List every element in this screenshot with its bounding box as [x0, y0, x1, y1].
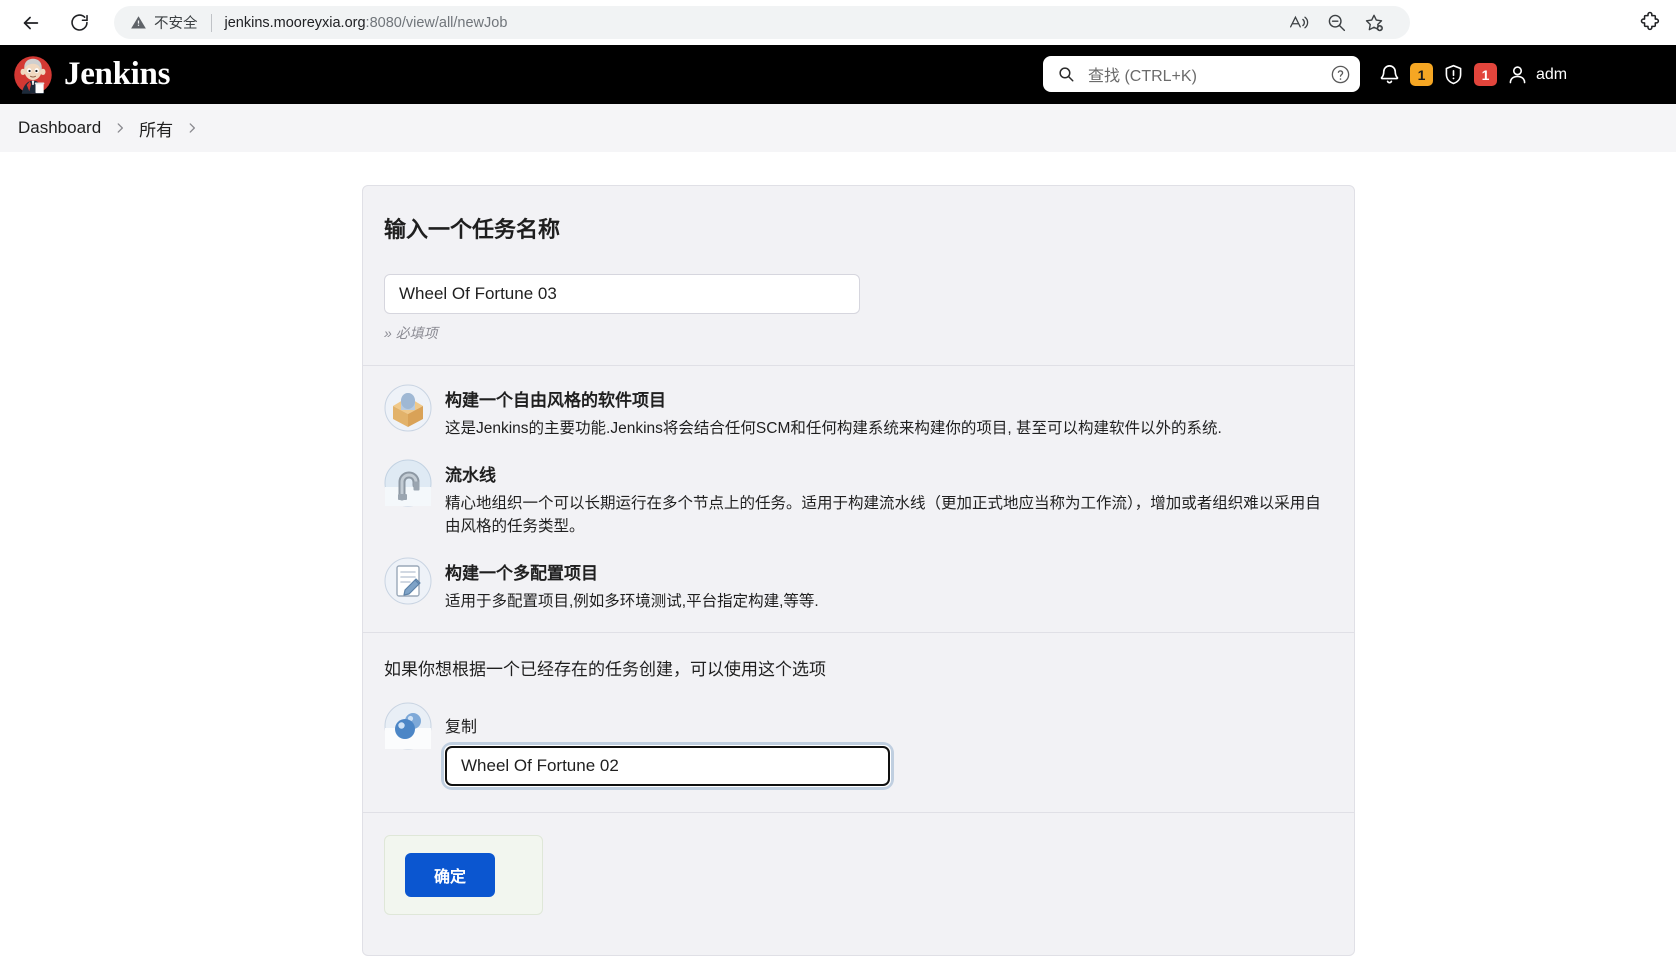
breadcrumb: Dashboard 所有	[0, 104, 1676, 152]
url-host: jenkins.mooreyxia.org	[224, 14, 366, 31]
address-bar[interactable]: 不安全 jenkins.mooreyxia.org:8080/view/all/…	[114, 6, 1410, 39]
warning-icon	[131, 16, 146, 29]
copy-from-input[interactable]	[444, 744, 891, 787]
zoom-out-button[interactable]	[1318, 6, 1354, 40]
read-aloud-icon	[1289, 15, 1308, 29]
add-favorite-button[interactable]	[1356, 6, 1392, 40]
submit-area: 确定	[384, 834, 543, 915]
copy-from-input-wrap	[444, 744, 891, 787]
copy-from-section: 如果你想根据一个已经存在的任务创建，可以使用这个选项 复制	[363, 631, 1354, 812]
ok-button[interactable]: 确定	[405, 852, 496, 897]
job-type-desc: 适用于多配置项目,例如多环境测试,平台指定构建,等等.	[445, 593, 819, 611]
browser-toolbar: 不安全 jenkins.mooreyxia.org:8080/view/all/…	[0, 0, 1676, 45]
job-type-name: 构建一个自由风格的软件项目	[445, 391, 666, 410]
user-menu[interactable]: adm	[1506, 63, 1567, 86]
zoom-out-icon	[1328, 14, 1345, 32]
back-arrow-icon	[23, 16, 39, 29]
url-text: jenkins.mooreyxia.org:8080/view/all/newJ…	[225, 15, 508, 31]
multiconfiguration-project-icon	[384, 557, 432, 605]
favorites-add-icon	[1365, 14, 1383, 31]
read-aloud-button[interactable]	[1280, 6, 1316, 40]
job-type-multiconfiguration[interactable]: 构建一个多配置项目 适用于多配置项目,例如多环境测试,平台指定构建,等等.	[384, 557, 1333, 613]
search-icon	[1059, 67, 1074, 82]
job-type-name: 流水线	[445, 466, 496, 486]
extensions-icon	[1640, 11, 1659, 31]
shield-warning-icon	[1445, 64, 1462, 85]
page-root: 不安全 jenkins.mooreyxia.org:8080/view/all/…	[0, 0, 1676, 978]
job-type-text: 流水线 精心地组织一个可以长期运行在多个节点上的任务。适用于构建流水线（更加正式…	[445, 459, 1333, 538]
copy-row: 复制	[384, 702, 1333, 787]
address-bar-actions	[1280, 6, 1400, 40]
copy-field-group: 复制	[444, 702, 1333, 787]
chevron-right-icon	[189, 123, 196, 133]
reload-icon	[70, 14, 88, 31]
back-button[interactable]	[14, 6, 48, 40]
user-avatar-icon	[1509, 66, 1526, 84]
notifications-button[interactable]	[1378, 63, 1401, 86]
job-type-text: 构建一个自由风格的软件项目 这是Jenkins的主要功能.Jenkins将会结合…	[445, 384, 1222, 440]
breadcrumb-separator-end	[185, 121, 199, 135]
jenkins-butler-logo-icon	[14, 55, 52, 94]
address-divider	[210, 13, 212, 32]
job-type-list: 构建一个自由风格的软件项目 这是Jenkins的主要功能.Jenkins将会结合…	[363, 365, 1354, 632]
help-circle-icon[interactable]	[1330, 64, 1351, 85]
security-status-text: 不安全	[154, 16, 198, 32]
jenkins-header: Jenkins 查找 (CTRL+K) 1 1 adm	[0, 45, 1676, 104]
extensions-button[interactable]	[1632, 6, 1668, 40]
breadcrumb-item-dashboard[interactable]: Dashboard	[18, 118, 101, 138]
job-name-section: 输入一个任务名称 » 必填项	[363, 186, 1354, 365]
security-count-badge[interactable]: 1	[1474, 63, 1497, 86]
job-type-desc: 这是Jenkins的主要功能.Jenkins将会结合任何SCM和任何构建系统来构…	[445, 420, 1222, 437]
new-job-form: 输入一个任务名称 » 必填项 构建一个自由风格的软件项目	[362, 185, 1355, 956]
breadcrumb-item-all[interactable]: 所有	[139, 116, 173, 141]
search-box[interactable]: 查找 (CTRL+K)	[1043, 56, 1360, 92]
job-type-name: 构建一个多配置项目	[445, 564, 598, 584]
chevron-right-icon	[117, 123, 124, 133]
form-footer: 确定	[363, 811, 1354, 955]
browser-actions	[1632, 6, 1676, 40]
reload-button[interactable]	[62, 6, 96, 40]
job-type-text: 构建一个多配置项目 适用于多配置项目,例如多环境测试,平台指定构建,等等.	[445, 557, 819, 613]
freestyle-project-icon	[384, 384, 432, 432]
copy-lead-text: 如果你想根据一个已经存在的任务创建，可以使用这个选项	[384, 659, 826, 679]
bell-icon	[1380, 65, 1399, 84]
copy-spheres-icon	[384, 702, 432, 750]
copy-label: 复制	[445, 718, 478, 736]
job-type-pipeline[interactable]: 流水线 精心地组织一个可以长期运行在多个节点上的任务。适用于构建流水线（更加正式…	[384, 459, 1333, 538]
required-hint: » 必填项	[384, 325, 438, 341]
job-type-desc: 精心地组织一个可以长期运行在多个节点上的任务。适用于构建流水线（更加正式地应当称…	[445, 495, 1321, 535]
notification-count-badge[interactable]: 1	[1410, 63, 1433, 86]
header-actions: 1 1 adm	[1378, 45, 1567, 104]
job-name-input[interactable]	[384, 274, 860, 314]
jenkins-brand-title: Jenkins	[64, 56, 171, 92]
user-name-label: adm	[1536, 65, 1568, 83]
jenkins-home-link[interactable]: Jenkins	[13, 55, 170, 95]
job-type-freestyle[interactable]: 构建一个自由风格的软件项目 这是Jenkins的主要功能.Jenkins将会结合…	[384, 384, 1333, 440]
pipeline-icon	[384, 459, 432, 507]
main-content: 输入一个任务名称 » 必填项 构建一个自由风格的软件项目	[0, 152, 1676, 978]
security-button[interactable]	[1442, 63, 1465, 86]
search-placeholder: 查找 (CTRL+K)	[1088, 68, 1197, 85]
page-title: 输入一个任务名称	[384, 217, 561, 242]
url-path: :8080/view/all/newJob	[365, 14, 508, 31]
breadcrumb-separator	[113, 121, 127, 135]
